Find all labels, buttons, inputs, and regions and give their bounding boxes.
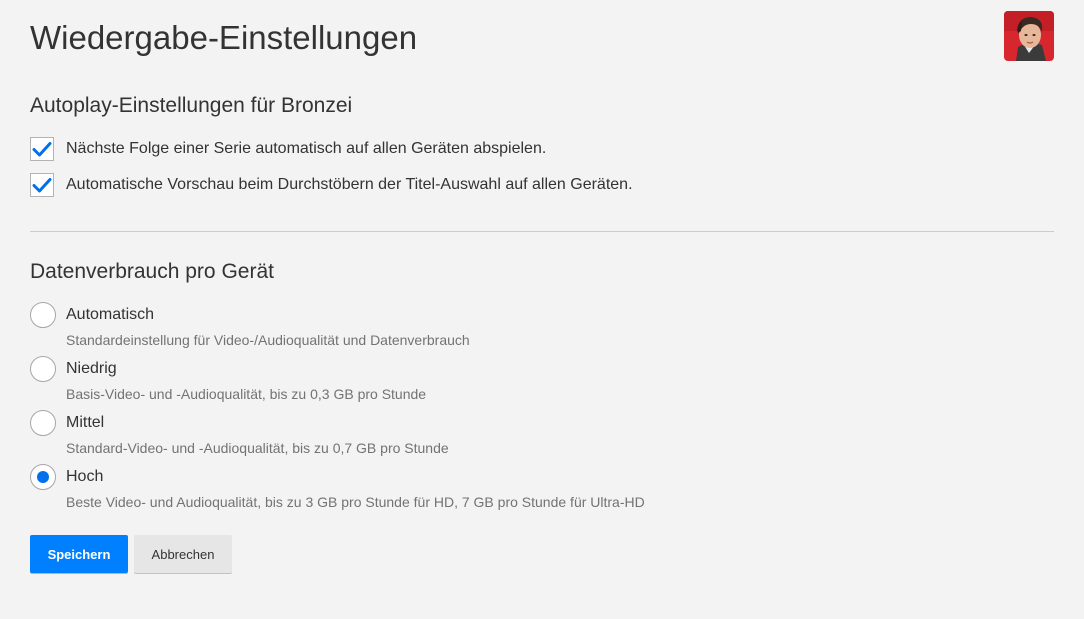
- section-divider: [30, 231, 1054, 232]
- avatar-image: [1004, 11, 1054, 61]
- automatic-description: Standardeinstellung für Video-/Audioqual…: [66, 332, 470, 348]
- page-title: Wiedergabe-Einstellungen: [30, 19, 418, 56]
- medium-radio[interactable]: [30, 410, 56, 436]
- previews-checkbox[interactable]: [30, 173, 54, 197]
- automatic-label: Automatisch: [66, 306, 155, 323]
- automatic-radio[interactable]: [30, 302, 56, 328]
- medium-label: Mittel: [66, 414, 105, 431]
- high-radio[interactable]: [30, 464, 56, 490]
- playback-settings-page: Wiedergabe-Einstellungen Autoplay-Einste…: [30, 0, 1054, 619]
- medium-description: Standard-Video- und -Audioqualität, bis …: [66, 440, 449, 456]
- next-episode-checkbox[interactable]: [30, 137, 54, 161]
- profile-avatar-icon[interactable]: [1004, 11, 1054, 61]
- next-episode-label: Nächste Folge einer Serie automatisch au…: [66, 140, 547, 157]
- checkmark-icon: [32, 178, 52, 193]
- previews-label: Automatische Vorschau beim Durchstöbern …: [66, 176, 633, 193]
- save-button[interactable]: Speichern: [30, 535, 128, 573]
- low-label: Niedrig: [66, 360, 117, 377]
- autoplay-heading: Autoplay-Einstellungen für Bronzei: [30, 94, 353, 117]
- autoplay-next-episode-option[interactable]: Nächste Folge einer Serie automatisch au…: [30, 135, 546, 163]
- checkmark-icon: [32, 142, 52, 157]
- radio-selected-dot: [37, 471, 49, 483]
- high-label: Hoch: [66, 468, 104, 485]
- high-description: Beste Video- und Audioqualität, bis zu 3…: [66, 494, 645, 510]
- data-usage-heading: Datenverbrauch pro Gerät: [30, 260, 274, 283]
- autoplay-previews-option[interactable]: Automatische Vorschau beim Durchstöbern …: [30, 171, 633, 199]
- low-radio[interactable]: [30, 356, 56, 382]
- low-description: Basis-Video- und -Audioqualität, bis zu …: [66, 386, 427, 402]
- cancel-button[interactable]: Abbrechen: [134, 535, 232, 573]
